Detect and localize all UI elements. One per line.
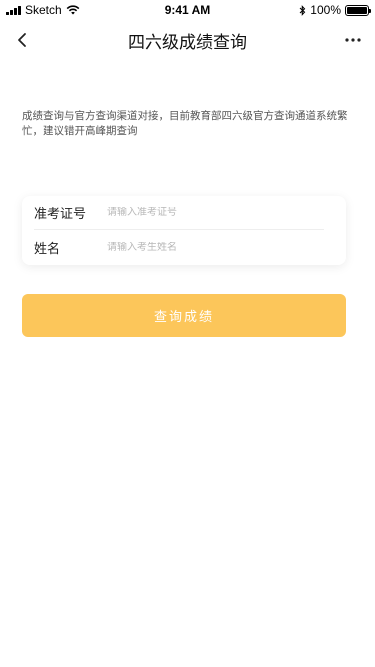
name-row: 姓名 <box>34 230 324 264</box>
query-form: 准考证号 姓名 <box>22 196 346 265</box>
page-title: 四六级成绩查询 <box>128 33 247 53</box>
nav-bar: 四六级成绩查询 <box>0 20 375 60</box>
battery-icon <box>345 4 371 16</box>
more-button[interactable] <box>339 26 367 54</box>
name-input[interactable] <box>107 241 324 253</box>
status-right: 100% <box>299 3 371 17</box>
more-dots-icon <box>345 38 361 42</box>
exam-id-row: 准考证号 <box>34 196 324 230</box>
exam-id-input[interactable] <box>107 207 324 218</box>
name-label: 姓名 <box>34 241 61 257</box>
status-bar: Sketch 9:41 AM 100% <box>0 0 375 20</box>
battery-percent: 100% <box>310 3 341 17</box>
exam-id-label: 准考证号 <box>34 207 87 222</box>
query-score-button[interactable]: 查询成绩 <box>22 294 346 337</box>
bluetooth-icon <box>299 4 306 16</box>
notice-text: 成绩查询与官方查询渠道对接，目前教育部四六级官方查询通道系统繁忙，建议错开高峰期… <box>22 110 348 137</box>
